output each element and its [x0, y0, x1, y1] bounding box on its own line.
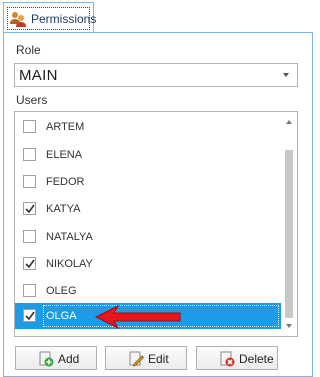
checkbox[interactable]: [23, 284, 36, 297]
tab-permissions[interactable]: Permissions: [3, 2, 96, 33]
red-arrow-annotation: [94, 304, 181, 330]
checkbox-checked[interactable]: [23, 202, 36, 215]
role-dropdown[interactable]: MAIN: [14, 63, 298, 87]
add-icon: [38, 351, 54, 367]
check-icon: [25, 204, 35, 214]
vertical-scrollbar[interactable]: [281, 112, 297, 336]
role-label: Role: [16, 43, 41, 57]
delete-icon: [219, 351, 235, 367]
list-item-label: NATALYA: [46, 231, 93, 243]
list-item-label: OLEG: [46, 285, 77, 297]
scroll-down-icon[interactable]: [286, 324, 292, 328]
role-value: MAIN: [19, 67, 58, 84]
list-item[interactable]: ELENA: [15, 142, 281, 168]
delete-button[interactable]: Delete: [196, 346, 278, 370]
list-item[interactable]: ARTEM: [15, 114, 281, 140]
list-item[interactable]: KATYA: [15, 196, 281, 222]
list-item[interactable]: FEDOR: [15, 169, 281, 195]
list-item-label: KATYA: [46, 203, 81, 215]
add-label: Add: [58, 352, 80, 366]
add-button[interactable]: Add: [15, 346, 97, 370]
checkbox[interactable]: [23, 120, 36, 133]
chevron-down-icon[interactable]: [283, 73, 289, 77]
list-item-label: OLGA: [46, 310, 77, 322]
check-icon: [25, 311, 35, 321]
users-label: Users: [16, 93, 48, 107]
list-item[interactable]: OLEG: [15, 278, 281, 304]
list-item-label: FEDOR: [46, 176, 85, 188]
edit-label: Edit: [148, 352, 169, 366]
check-icon: [25, 259, 35, 269]
list-item[interactable]: NIKOLAY: [15, 251, 281, 277]
list-item-label: ELENA: [46, 149, 83, 161]
edit-icon: [128, 351, 145, 367]
checkbox-checked[interactable]: [23, 309, 36, 322]
checkbox-checked[interactable]: [23, 257, 36, 270]
list-item[interactable]: NATALYA: [15, 224, 281, 250]
checkbox[interactable]: [23, 175, 36, 188]
scroll-thumb[interactable]: [285, 150, 293, 318]
checkbox[interactable]: [23, 148, 36, 161]
checkbox[interactable]: [23, 230, 36, 243]
list-item-label: ARTEM: [46, 121, 85, 133]
edit-button[interactable]: Edit: [105, 346, 187, 370]
tab-focus-rect: [7, 7, 90, 30]
list-item-label: NIKOLAY: [46, 258, 93, 270]
delete-label: Delete: [239, 352, 274, 366]
scroll-up-icon[interactable]: [286, 120, 292, 124]
